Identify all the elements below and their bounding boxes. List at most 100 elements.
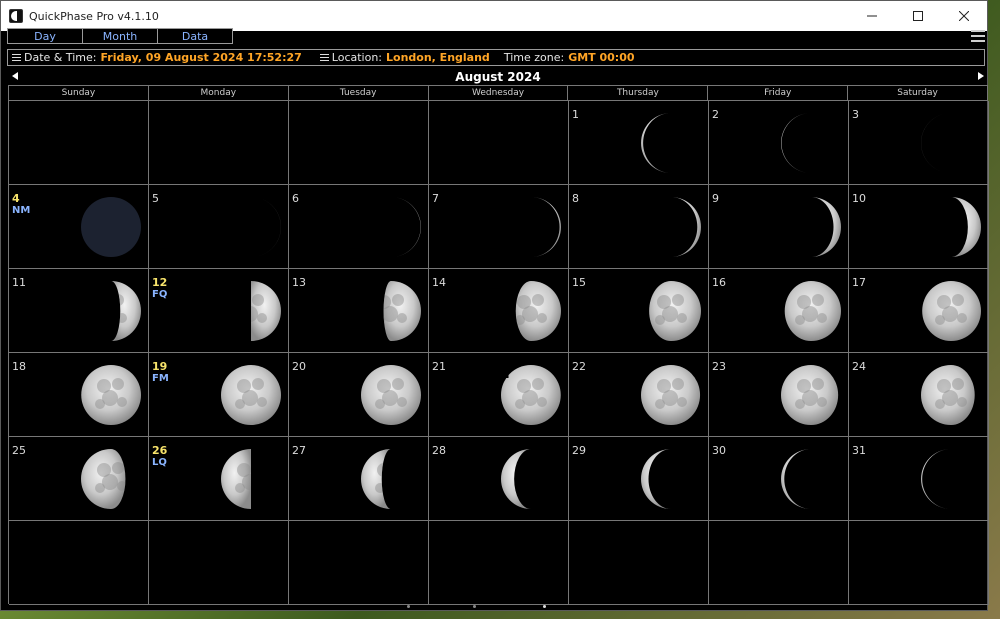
calendar-day-cell[interactable]: 24 — [849, 353, 989, 437]
calendar-day-cell[interactable]: 2 — [709, 101, 849, 185]
moon-phase-icon — [81, 449, 141, 509]
moon-phase-icon — [501, 281, 561, 341]
calendar-day-cell[interactable]: 30 — [709, 437, 849, 521]
weekday-header-row: Sunday Monday Tuesday Wednesday Thursday Frid… — [9, 86, 989, 101]
day-number: 2 — [712, 108, 719, 121]
calendar-day-cell[interactable]: 8 — [569, 185, 709, 269]
moon-phase-icon — [361, 197, 421, 257]
title-bar[interactable]: QuickPhase Pro v4.1.10 — [1, 1, 987, 31]
calendar-empty-cell — [9, 101, 149, 185]
minimize-button[interactable] — [849, 1, 895, 31]
calendar-empty-cell — [429, 101, 569, 185]
weekday-sunday: Sunday — [9, 86, 149, 101]
day-number: 28 — [432, 444, 446, 457]
day-number: 14 — [432, 276, 446, 289]
status-dot — [473, 605, 476, 608]
calendar-day-cell[interactable]: 11 — [9, 269, 149, 353]
moon-phase-icon — [361, 281, 421, 341]
calendar-day-cell[interactable]: 18 — [9, 353, 149, 437]
day-number: 11 — [12, 276, 26, 289]
calendar-day-cell[interactable]: 7 — [429, 185, 569, 269]
calendar-day-cell[interactable]: 19 FM — [149, 353, 289, 437]
status-dot — [543, 605, 546, 608]
calendar-day-cell[interactable]: 26 LQ — [149, 437, 289, 521]
calendar-day-cell[interactable]: 22 — [569, 353, 709, 437]
day-number: 27 — [292, 444, 306, 457]
calendar-day-cell[interactable]: 10 — [849, 185, 989, 269]
moon-phase-icon — [81, 197, 141, 257]
moon-phase-icon — [921, 449, 981, 509]
day-number: 25 — [12, 444, 26, 457]
calendar-day-cell[interactable]: 31 — [849, 437, 989, 521]
location-menu-icon[interactable] — [319, 54, 329, 61]
weekday-saturday: Saturday — [848, 86, 989, 101]
calendar-day-cell[interactable]: 5 — [149, 185, 289, 269]
calendar-day-cell[interactable]: 14 — [429, 269, 569, 353]
calendar-day-cell[interactable]: 27 — [289, 437, 429, 521]
moon-phase-icon — [361, 449, 421, 509]
close-button[interactable] — [941, 1, 987, 31]
moon-phase-icon — [501, 449, 561, 509]
calendar-day-cell[interactable]: 1 — [569, 101, 709, 185]
tab-month[interactable]: Month — [83, 28, 158, 44]
day-number: 17 — [852, 276, 866, 289]
moon-phase-icon — [921, 197, 981, 257]
calendar-day-cell[interactable]: 9 — [709, 185, 849, 269]
maximize-button[interactable] — [895, 1, 941, 31]
moon-phase-icon — [781, 449, 841, 509]
location-label: Location: — [331, 51, 383, 64]
day-number: 10 — [852, 192, 866, 205]
moon-phase-icon — [641, 449, 701, 509]
calendar-day-cell[interactable]: 12 FQ — [149, 269, 289, 353]
view-tabs: Day Month Data — [7, 28, 233, 44]
calendar-empty-cell — [429, 521, 569, 605]
day-number: 3 — [852, 108, 859, 121]
moon-phase-icon — [501, 365, 561, 425]
calendar-day-cell[interactable]: 28 — [429, 437, 569, 521]
main-menu-icon[interactable] — [971, 30, 985, 42]
tab-data[interactable]: Data — [158, 28, 233, 44]
moon-phase-icon — [221, 365, 281, 425]
calendar-empty-cell — [849, 521, 989, 605]
window-controls — [849, 1, 987, 31]
calendar-day-cell[interactable]: 17 — [849, 269, 989, 353]
next-month-arrow-icon[interactable] — [978, 72, 984, 80]
day-number: 21 — [432, 360, 446, 373]
datetime-menu-icon[interactable] — [12, 54, 21, 61]
calendar-day-cell[interactable]: 25 — [9, 437, 149, 521]
day-number: 19 — [152, 360, 168, 373]
calendar-day-cell[interactable]: 3 — [849, 101, 989, 185]
moon-phase-icon — [221, 281, 281, 341]
calendar-day-cell[interactable]: 4 NM — [9, 185, 149, 269]
day-number: 1 — [572, 108, 579, 121]
day-number: 29 — [572, 444, 586, 457]
calendar-day-cell[interactable]: 23 — [709, 353, 849, 437]
weekday-thursday: Thursday — [568, 86, 709, 101]
calendar-day-cell[interactable]: 16 — [709, 269, 849, 353]
calendar-day-cell[interactable]: 6 — [289, 185, 429, 269]
calendar-day-cell[interactable]: 15 — [569, 269, 709, 353]
calendar-day-cell[interactable]: 29 — [569, 437, 709, 521]
phase-label: FQ — [152, 289, 168, 300]
day-number: 5 — [152, 192, 159, 205]
calendar-day-cell[interactable]: 20 — [289, 353, 429, 437]
moon-phase-icon — [641, 113, 701, 173]
calendar-empty-cell — [289, 521, 429, 605]
phase-label: FM — [152, 373, 169, 384]
month-calendar: Sunday Monday Tuesday Wednesday Thursday Frid… — [8, 85, 989, 605]
phase-label: LQ — [152, 457, 167, 468]
calendar-day-cell[interactable]: 13 — [289, 269, 429, 353]
tab-day[interactable]: Day — [7, 28, 83, 44]
day-number: 12 — [152, 276, 168, 289]
weekday-monday: Monday — [148, 86, 289, 101]
moon-phase-icon — [81, 365, 141, 425]
calendar-day-cell[interactable]: 21 — [429, 353, 569, 437]
day-number: 16 — [712, 276, 726, 289]
toolbar: Day Month Data — [1, 28, 987, 46]
window-title: QuickPhase Pro v4.1.10 — [29, 9, 159, 23]
moon-phase-icon — [921, 281, 981, 341]
moon-phase-icon — [781, 281, 841, 341]
moon-phase-icon — [221, 197, 281, 257]
weekday-wednesday: Wednesday — [428, 86, 569, 101]
calendar-empty-cell — [149, 521, 289, 605]
